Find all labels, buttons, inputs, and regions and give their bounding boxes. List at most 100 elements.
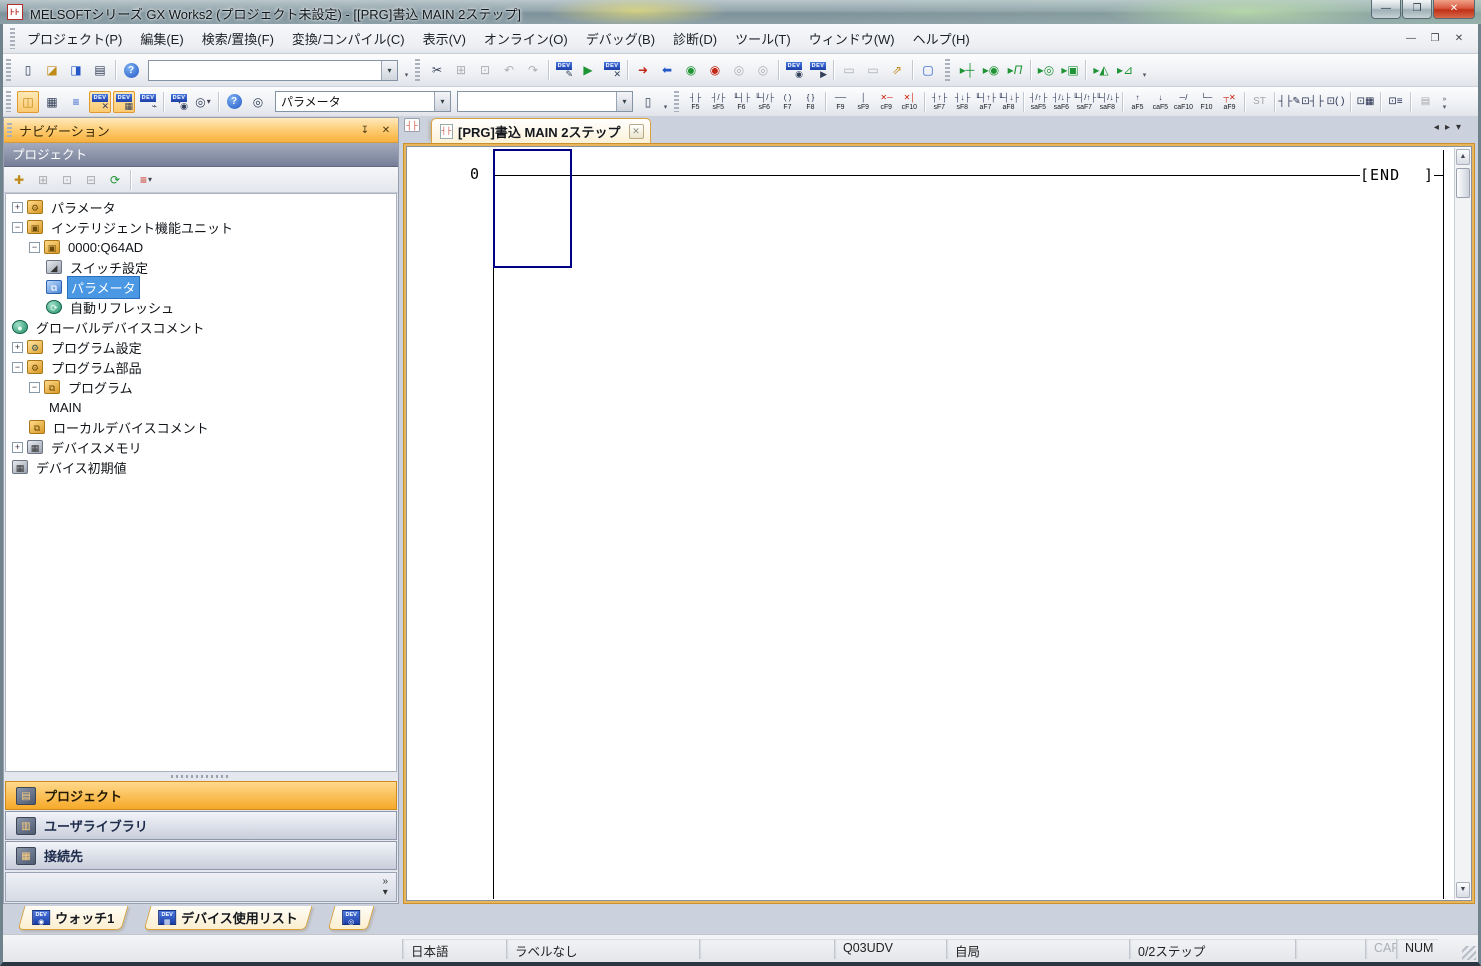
menu-item[interactable]: ウィンドウ(W) [800, 25, 904, 52]
menubar-grip[interactable] [10, 28, 15, 48]
menu-item[interactable]: ツール(T) [726, 25, 800, 52]
window-close-button[interactable]: ✕ [1433, 0, 1475, 19]
tree-item[interactable]: ┤├ MAIN [6, 397, 396, 417]
nav-paste-button[interactable]: ⊡ [56, 169, 78, 191]
read-from-plc-button[interactable]: ⬅ [656, 59, 678, 81]
tree-expander-icon[interactable]: − [29, 242, 40, 253]
nav-sort-dropdown-button[interactable]: ≡ [135, 169, 157, 191]
tree-item[interactable]: ◢ スイッチ設定 [6, 257, 396, 277]
statement-list-button[interactable]: ⊡▦ [1355, 89, 1377, 114]
fkey-invert-operation-button[interactable]: ─/ caF10 [1173, 89, 1195, 114]
fkey-operation-rising-pulse-button[interactable]: ↑ aF5 [1127, 89, 1149, 114]
panel-splitter-handle[interactable] [4, 772, 398, 780]
fkey-falling-pulse-close-branch-button[interactable]: ╙┤/↓├ saF8 [1097, 89, 1119, 114]
toolbar-overflow-button[interactable]: ▾ [660, 91, 671, 113]
jump-to-window-button[interactable]: ⇗ [886, 59, 908, 81]
window-restore-button[interactable]: ❐ [1402, 0, 1432, 19]
write-to-plc-button[interactable]: ➜ [632, 59, 654, 81]
tree-expander-icon[interactable]: + [12, 202, 23, 213]
tab-scroll-right-icon[interactable]: ▸ [1445, 122, 1450, 133]
toolbar-grip[interactable] [6, 91, 11, 111]
switcher-user-library-button[interactable]: ▥ ユーザライブラリ [5, 811, 397, 840]
save-project-button[interactable]: ◨ [65, 59, 87, 81]
toolbar-grip[interactable] [945, 59, 950, 81]
fkey-application-instruction-button[interactable]: { } F8 [800, 89, 822, 114]
monitor-mode-button[interactable]: ▶ [577, 59, 599, 81]
device-tree-window-button[interactable]: ⌁ [137, 91, 159, 113]
fkey-coil-button[interactable]: ( ) F7 [777, 89, 799, 114]
tree-item[interactable]: + ▦ デバイスメモリ [6, 437, 396, 457]
switcher-overflow-button[interactable]: » ▾ [382, 876, 388, 898]
tree-item[interactable]: − ⚙ プログラム部品 [6, 357, 396, 377]
combobox-dropdown-icon[interactable]: ▾ [434, 92, 450, 111]
tree-item[interactable]: + ⚙ プログラム設定 [6, 337, 396, 357]
nav-paste-data-button[interactable]: ⊟ [80, 169, 102, 191]
tree-expander-icon[interactable]: − [29, 382, 40, 393]
panel-close-icon[interactable]: ✕ [377, 122, 395, 139]
fkey-delete-horizontal-line-button[interactable]: ✕─ cF9 [876, 89, 898, 114]
menu-item[interactable]: 編集(E) [131, 25, 192, 52]
tree-item[interactable]: − ▣ インテリジェント機能ユニット [6, 217, 396, 237]
entry-monitor-button[interactable]: ▸◉ [980, 59, 1002, 81]
tree-item[interactable]: + ⚙ パラメータ [6, 197, 396, 217]
tree-expander-icon[interactable]: + [12, 342, 23, 353]
fkey-rising-pulse-branch-button[interactable]: ╙┤↑├ aF7 [975, 89, 997, 114]
mdi-restore-icon[interactable]: ❐ [1424, 30, 1446, 48]
resize-grip[interactable] [1462, 946, 1476, 960]
fkey-rising-pulse-button[interactable]: ┤↑├ sF7 [929, 89, 951, 114]
ladder-cursor[interactable] [493, 149, 572, 268]
fkey-horizontal-line-button[interactable]: ── F9 [830, 89, 852, 114]
switcher-project-button[interactable]: ▤ プロジェクト [5, 781, 397, 810]
menu-item[interactable]: ヘルプ(H) [904, 25, 979, 52]
fkey-falling-pulse-branch-button[interactable]: ╙┤↓├ aF8 [998, 89, 1020, 114]
fkey-line-draw-button[interactable]: └─ F10 [1196, 89, 1218, 114]
device-test-button[interactable]: ✕ [601, 59, 623, 81]
fkey-line-delete-button[interactable]: ┬✕ aF9 [1219, 89, 1241, 114]
menu-item[interactable]: オンライン(O) [475, 25, 577, 52]
tree-item[interactable]: − ▣ 0000:Q64AD [6, 237, 396, 257]
mdi-minimize-icon[interactable]: — [1400, 30, 1422, 48]
nav-new-item-button[interactable]: ✚ [8, 169, 30, 191]
document-print-button[interactable]: ▤ [1415, 89, 1437, 114]
vertical-scrollbar[interactable]: ▲ ▼ [1454, 148, 1471, 899]
tab-scroll-left-icon[interactable]: ◂ [1434, 122, 1439, 133]
document-tab-active[interactable]: ┤├ [PRG]書込 MAIN 2ステップ ✕ [431, 118, 651, 143]
new-project-button[interactable]: ▯ [17, 59, 39, 81]
device-use-list-tab[interactable]: DEV▦デバイス使用リスト [144, 906, 313, 930]
ladder-monitor-button[interactable]: ▸┼ [956, 59, 978, 81]
watch-start-button[interactable]: ▶ [807, 59, 829, 81]
menu-item[interactable]: 診断(D) [664, 25, 726, 52]
find-in-document-button[interactable]: ▯ [637, 91, 659, 113]
combobox-dropdown-icon[interactable]: ▾ [616, 92, 632, 111]
toolbar-overflow-button[interactable]: »▾ [1439, 91, 1450, 113]
scrollbar-thumb[interactable] [1456, 168, 1470, 198]
tree-expander-icon[interactable]: − [12, 222, 23, 233]
device-comment-edit-button[interactable]: ┤├✎ [1279, 89, 1301, 114]
sampling-trace-button[interactable]: ▸П [1004, 59, 1026, 81]
undo-button[interactable]: ↶ [498, 59, 520, 81]
connection-destination-button[interactable]: ▢ [917, 59, 939, 81]
fkey-falling-pulse-close-button[interactable]: ┤/↓├ saF6 [1051, 89, 1073, 114]
ladder-canvas[interactable]: 0 [END ] [408, 148, 1453, 899]
statement-edit-button[interactable]: ⊡┤├ [1302, 89, 1324, 114]
menu-item[interactable]: 表示(V) [414, 25, 475, 52]
fkey-close-contact-button[interactable]: ┤/├ sF5 [708, 89, 730, 114]
device-comment-display-button[interactable]: ✎ [553, 59, 575, 81]
monitor-stop-button[interactable]: ◉ [704, 59, 726, 81]
project-combobox[interactable]: ▾ [148, 60, 398, 81]
menu-item[interactable]: 検索/置換(F) [193, 25, 283, 52]
tree-item[interactable]: ⧉ パラメータ [6, 277, 396, 297]
mdi-close-icon[interactable]: ✕ [1448, 30, 1470, 48]
toolbar-grip[interactable] [415, 59, 420, 81]
inline-st-box-button[interactable]: ST [1249, 89, 1271, 114]
fkey-open-contact-button[interactable]: ┤├ F5 [685, 89, 707, 114]
find-instruction-combobox[interactable]: ▾ [457, 91, 633, 112]
scroll-down-icon[interactable]: ▼ [1456, 882, 1470, 898]
navigation-window-button[interactable]: ◫ [17, 91, 39, 113]
device-find-dropdown-button[interactable]: ◎ [192, 91, 214, 113]
fkey-close-branch-button[interactable]: ╙┤/├ sF6 [754, 89, 776, 114]
watch-window-tab[interactable]: DEV◉ウォッチ1 [18, 906, 129, 930]
note-list-button[interactable]: ⊡≡ [1385, 89, 1407, 114]
toolbar-grip[interactable] [674, 91, 679, 111]
menu-item[interactable]: プロジェクト(P) [18, 25, 131, 52]
